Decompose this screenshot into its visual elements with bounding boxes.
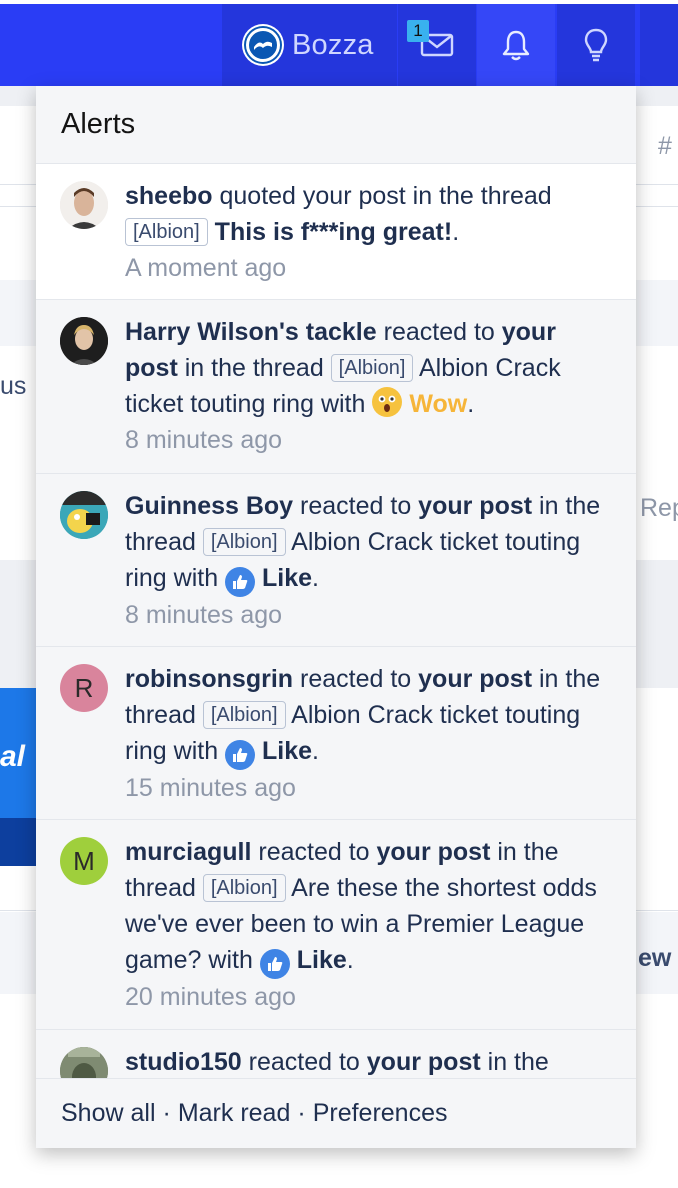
alert-text: with [166,737,226,765]
your-post-link[interactable]: your post [418,492,532,520]
thread-link[interactable]: This is f***ing great! [215,218,453,246]
separator: · [297,1099,306,1127]
reaction-label: Like [296,946,347,974]
username-label: Bozza [292,28,374,61]
alert-item[interactable]: Guinness Boy reacted to your post in the… [36,474,636,647]
alert-username[interactable]: robinsonsgrin [125,665,293,693]
your-post-link[interactable]: your post [418,665,532,693]
alerts-dropdown: Alerts sheebo quoted your post in the th… [36,86,636,1148]
alert-text: in the [480,1048,549,1076]
alert-text: in the thread [177,354,331,382]
reaction-label: Like [262,737,313,765]
alert-text: quoted your post in the thread [212,182,552,210]
thumbs-up-icon [225,567,256,597]
show-all-link[interactable]: Show all [61,1099,156,1128]
reaction-label: Like [262,564,313,592]
inbox-count-badge: 1 [407,20,429,42]
alert-text: reacted to [293,492,419,520]
alerts-button[interactable] [477,4,555,86]
alert-username[interactable]: sheebo [125,182,213,210]
alert-item[interactable]: studio150 reacted to your post in the [36,1030,636,1078]
inbox-button[interactable] [398,4,476,86]
alert-text: with [201,946,260,974]
alerts-footer: Show all · Mark read · Preferences [36,1078,636,1148]
bell-icon [502,30,530,61]
alert-item[interactable]: R robinsonsgrin reacted to your post in … [36,647,636,820]
ideas-button[interactable] [557,4,635,86]
alert-text: reacted to [241,1048,367,1076]
alert-item[interactable]: sheebo quoted your post in the thread [A… [36,164,636,300]
thread-prefix-badge: [Albion] [202,528,286,556]
thumbs-up-icon [259,949,290,979]
preferences-link[interactable]: Preferences [313,1099,448,1128]
alerts-title: Alerts [61,108,136,140]
avatar[interactable] [60,317,108,365]
alert-text: reacted to [376,318,502,346]
bg-text: ew [638,944,672,972]
separator: · [162,1099,171,1127]
user-menu-button[interactable]: Bozza [222,4,397,86]
alert-text: reacted to [293,665,419,693]
alert-text: reacted to [251,838,377,866]
alert-username[interactable]: studio150 [125,1048,242,1076]
avatar[interactable]: M [60,837,108,885]
avatar-letter: R [74,673,94,703]
lightbulb-icon [584,28,608,62]
bg-reply-text: Rep [640,494,678,522]
avatar[interactable] [60,491,108,539]
thread-prefix-badge: [Albion] [202,874,286,902]
alert-text: with [314,390,373,418]
alert-time: 8 minutes ago [125,601,283,629]
your-post-link[interactable]: your post [367,1048,481,1076]
alert-list: sheebo quoted your post in the thread [A… [36,164,636,1078]
avatar[interactable]: R [60,664,108,712]
your-post-link[interactable]: your post [377,838,491,866]
alert-time: 20 minutes ago [125,983,296,1011]
alert-time: A moment ago [125,254,287,282]
alert-username[interactable]: murciagull [125,838,251,866]
advert-banner-footer [0,818,36,866]
avatar[interactable] [60,1047,108,1078]
alerts-header: Alerts [36,86,636,164]
alert-username[interactable]: Harry Wilson's tackle [125,318,377,346]
club-crest-icon [242,24,284,66]
alert-time: 8 minutes ago [125,426,283,454]
bg-hash-text: # [658,132,672,160]
thread-prefix-badge: [Albion] [202,701,286,729]
avatar[interactable] [60,181,108,229]
nav-edge-button[interactable] [640,4,678,86]
reaction-label: Wow [409,390,468,418]
alert-time: 15 minutes ago [125,774,296,802]
alert-item[interactable]: M murciagull reacted to your post in the… [36,820,636,1030]
advert-text: al [0,740,26,773]
alert-username[interactable]: Guinness Boy [125,492,293,520]
thumbs-up-icon [225,740,256,770]
avatar-letter: M [73,846,95,876]
alert-item[interactable]: Harry Wilson's tackle reacted to your po… [36,300,636,474]
thread-prefix-badge: [Albion] [330,354,414,382]
thread-prefix-badge: [Albion] [125,218,208,246]
alert-text: with [166,564,226,592]
mark-read-link[interactable]: Mark read [178,1099,291,1128]
bg-text: us [0,372,27,400]
wow-reaction-icon [372,387,403,417]
